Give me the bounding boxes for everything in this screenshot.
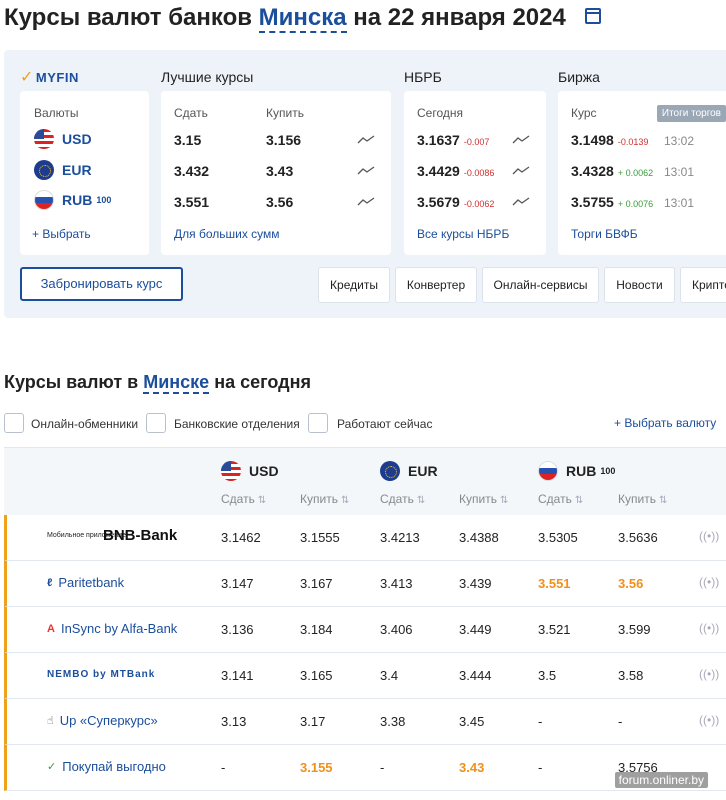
nav-news[interactable]: Новости: [604, 267, 675, 303]
sort-icon: ⇅: [574, 495, 584, 506]
currency-eur[interactable]: EUR: [34, 159, 92, 181]
online-signal-icon: ((•)): [699, 713, 720, 727]
sort-usd-sell[interactable]: Сдать ⇅: [221, 492, 266, 506]
sort-icon: ⇅: [499, 495, 509, 506]
sort-icon: ⇅: [340, 495, 350, 506]
book-rate-button[interactable]: Забронировать курс: [20, 267, 183, 301]
currency-usd[interactable]: USD: [34, 128, 92, 150]
rates-table-header: USD EUR RUB 100 Сдать ⇅ Купить ⇅ Сдать ⇅ Куп…: [4, 447, 726, 515]
large-sums-link[interactable]: Для больших сумм: [174, 227, 280, 241]
usd-flag-icon: [34, 129, 54, 149]
rub-flag-icon: [538, 461, 558, 481]
alfa-bank-icon: A: [47, 622, 55, 635]
trading-results-badge[interactable]: Итоги торгов: [656, 105, 726, 122]
usd-flag-icon: [221, 461, 241, 481]
table-row[interactable]: Мобильное приложение BNB-Bank 3.1462 3.1…: [4, 515, 726, 561]
online-signal-icon: ((•)): [699, 575, 720, 589]
page-title: Курсы валют банков Минска на 22 января 2…: [4, 4, 601, 33]
currencies-label: Валюты: [34, 106, 79, 120]
bank-link[interactable]: ☝ Up «Суперкурс»: [47, 713, 158, 728]
filter-branches-checkbox[interactable]: [146, 413, 166, 433]
filter-online-checkbox[interactable]: [4, 413, 24, 433]
table-row[interactable]: ℓ Paritetbank 3.147 3.167 3.413 3.439 3.5…: [4, 561, 726, 607]
filter-open-now-label[interactable]: Работают сейчас: [337, 417, 432, 431]
rub-flag-icon: [34, 190, 54, 210]
myfin-logo-icon: ✓: [20, 69, 34, 86]
col-usd: USD: [221, 461, 279, 481]
table-row[interactable]: ☝ Up «Суперкурс» 3.13 3.17 3.38 3.45 - - …: [4, 699, 726, 745]
myfin-logo[interactable]: ✓ MYFIN: [20, 67, 79, 87]
bank-logo-nembo[interactable]: NEMBO by MTBank: [47, 669, 155, 680]
currencies-card: Валюты USD EUR RUB 100 + Выбрать: [20, 91, 149, 255]
sort-rub-sell[interactable]: Сдать ⇅: [538, 492, 583, 506]
eur-flag-icon: [34, 160, 54, 180]
table-row[interactable]: A InSync by Alfa-Bank 3.136 3.184 3.406 3…: [4, 607, 726, 653]
sort-icon: ⇅: [658, 495, 668, 506]
bank-logo-bnb[interactable]: Мобильное приложение BNB-Bank: [47, 527, 177, 544]
filter-online-label[interactable]: Онлайн-обменники: [31, 417, 138, 431]
eur-flag-icon: [380, 461, 400, 481]
currency-rub[interactable]: RUB 100: [34, 189, 111, 211]
nav-credits[interactable]: Кредиты: [318, 267, 390, 303]
col-rub: RUB 100: [538, 461, 615, 481]
watermark: forum.onliner.by: [614, 772, 708, 788]
city-selector-2[interactable]: Минске: [143, 372, 210, 394]
bank-link[interactable]: A InSync by Alfa-Bank: [47, 621, 177, 636]
chart-icon[interactable]: [512, 166, 530, 176]
add-currency-link[interactable]: + Выбрать валюту: [614, 416, 716, 430]
sort-icon: ⇅: [257, 495, 267, 506]
section-title: Курсы валют в Минске на сегодня: [4, 372, 311, 394]
select-currency-link[interactable]: + Выбрать: [32, 227, 91, 241]
chart-icon[interactable]: [512, 197, 530, 207]
nbrb-title: НБРБ: [404, 69, 442, 85]
chart-icon[interactable]: [357, 166, 375, 176]
online-signal-icon: ((•)): [699, 529, 720, 543]
online-signal-icon: ((•)): [699, 667, 720, 681]
exchange-card: Курс Итоги торгов 3.1498 -0.0139 13:02 3.…: [558, 91, 726, 255]
bank-link[interactable]: ✓ Покупай выгодно: [47, 759, 166, 774]
sort-eur-buy[interactable]: Купить ⇅: [459, 492, 508, 506]
nbrb-card: Сегодня 3.1637 -0.007 3.4429 -0.0086 3.567…: [404, 91, 546, 255]
exchange-title: Биржа: [558, 69, 600, 85]
nav-crypto[interactable]: Крипто: [680, 267, 726, 303]
check-circle-icon: ✓: [47, 761, 57, 773]
nav-converter[interactable]: Конвертер: [395, 267, 477, 303]
col-eur: EUR: [380, 461, 438, 481]
sort-eur-sell[interactable]: Сдать ⇅: [380, 492, 425, 506]
bank-link[interactable]: ℓ Paritetbank: [47, 575, 124, 590]
table-row[interactable]: NEMBO by MTBank 3.141 3.165 3.4 3.444 3.…: [4, 653, 726, 699]
filter-open-now-checkbox[interactable]: [308, 413, 328, 433]
online-signal-icon: ((•)): [699, 621, 720, 635]
best-rates-card: Сдать Купить 3.15 3.156 3.432 3.43 3.551…: [161, 91, 391, 255]
sort-icon: ⇅: [416, 495, 426, 506]
all-nbrb-link[interactable]: Все курсы НБРБ: [417, 227, 509, 241]
sort-usd-buy[interactable]: Купить ⇅: [300, 492, 349, 506]
sort-rub-buy[interactable]: Купить ⇅: [618, 492, 667, 506]
bvfb-trading-link[interactable]: Торги БВФБ: [571, 227, 638, 241]
paritetbank-icon: ℓ: [47, 576, 53, 589]
nav-online-services[interactable]: Онлайн-сервисы: [482, 267, 599, 303]
city-selector[interactable]: Минска: [258, 4, 347, 33]
superkurs-icon: ☝: [47, 715, 54, 727]
calendar-icon[interactable]: [584, 8, 601, 24]
chart-icon[interactable]: [357, 135, 375, 145]
chart-icon[interactable]: [357, 197, 375, 207]
filter-branches-label[interactable]: Банковские отделения: [174, 417, 300, 431]
best-rates-title: Лучшие курсы: [161, 69, 254, 85]
chart-icon[interactable]: [512, 135, 530, 145]
